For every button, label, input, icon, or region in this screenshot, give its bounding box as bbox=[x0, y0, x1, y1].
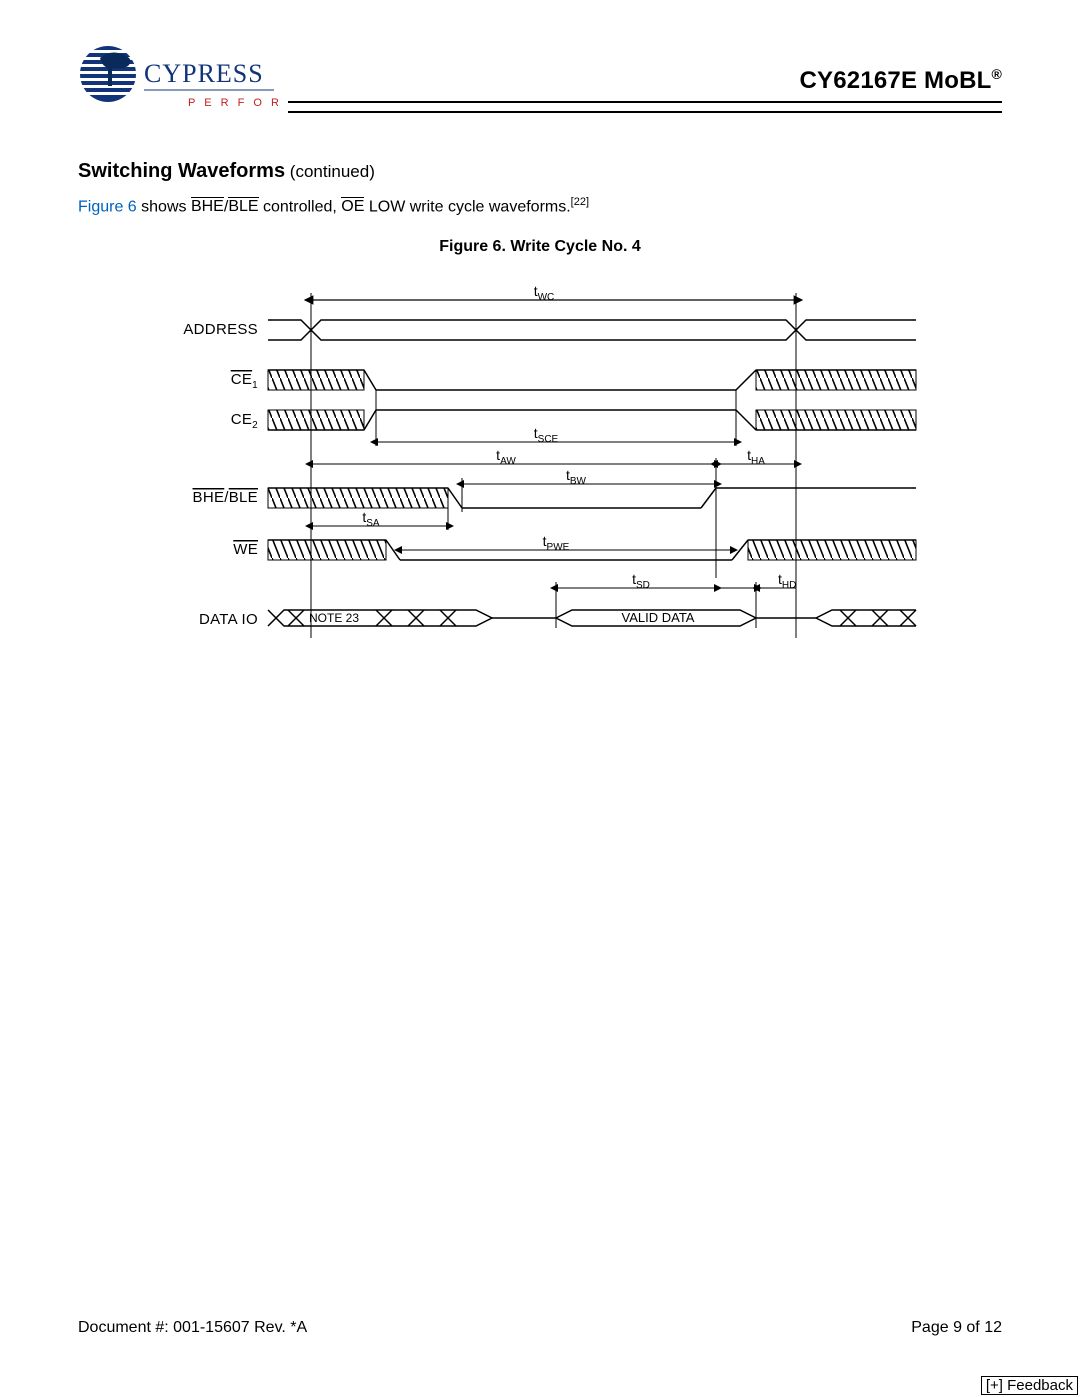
section-heading: Switching Waveforms (continued) bbox=[78, 160, 1002, 183]
svg-text:NOTE 23: NOTE 23 bbox=[309, 611, 359, 625]
svg-text:CE2: CE2 bbox=[231, 411, 258, 431]
svg-text:DATA IO: DATA IO bbox=[199, 611, 258, 628]
page-footer: Document #: 001-15607 Rev. *A Page 9 of … bbox=[78, 1319, 1002, 1337]
page-number: Page 9 of 12 bbox=[911, 1319, 1002, 1337]
svg-text:ADDRESS: ADDRESS bbox=[183, 321, 258, 338]
svg-text:WE: WE bbox=[233, 541, 258, 558]
page-header: CYPRESS P E R F O R M CY62167E MoBL® bbox=[78, 46, 1002, 136]
cypress-logo: CYPRESS P E R F O R M bbox=[78, 40, 278, 118]
svg-text:tPWE: tPWE bbox=[543, 533, 570, 553]
svg-text:tAW: tAW bbox=[496, 447, 516, 467]
figure-description: Figure 6 shows BHE/BLE controlled, OE LO… bbox=[78, 195, 1002, 218]
svg-text:BHE/BLE: BHE/BLE bbox=[193, 489, 258, 506]
doc-title: CY62167E MoBL® bbox=[799, 66, 1002, 95]
timing-diagram: tWC ADDRESS CE1 CE2 bbox=[176, 278, 916, 671]
svg-text:CE1: CE1 bbox=[231, 371, 258, 391]
svg-text:CYPRESS: CYPRESS bbox=[144, 59, 264, 88]
svg-text:tWC: tWC bbox=[534, 283, 555, 303]
svg-text:VALID DATA: VALID DATA bbox=[622, 610, 695, 625]
svg-text:tSCE: tSCE bbox=[534, 425, 559, 445]
feedback-button[interactable]: [+] Feedback bbox=[981, 1376, 1078, 1395]
svg-text:tBW: tBW bbox=[566, 467, 587, 487]
doc-number: Document #: 001-15607 Rev. *A bbox=[78, 1319, 307, 1336]
header-rule bbox=[288, 101, 1002, 113]
figure-caption: Figure 6. Write Cycle No. 4 bbox=[78, 238, 1002, 256]
svg-text:P E R F O R M: P E R F O R M bbox=[188, 97, 278, 109]
figure-link[interactable]: Figure 6 bbox=[78, 198, 137, 215]
